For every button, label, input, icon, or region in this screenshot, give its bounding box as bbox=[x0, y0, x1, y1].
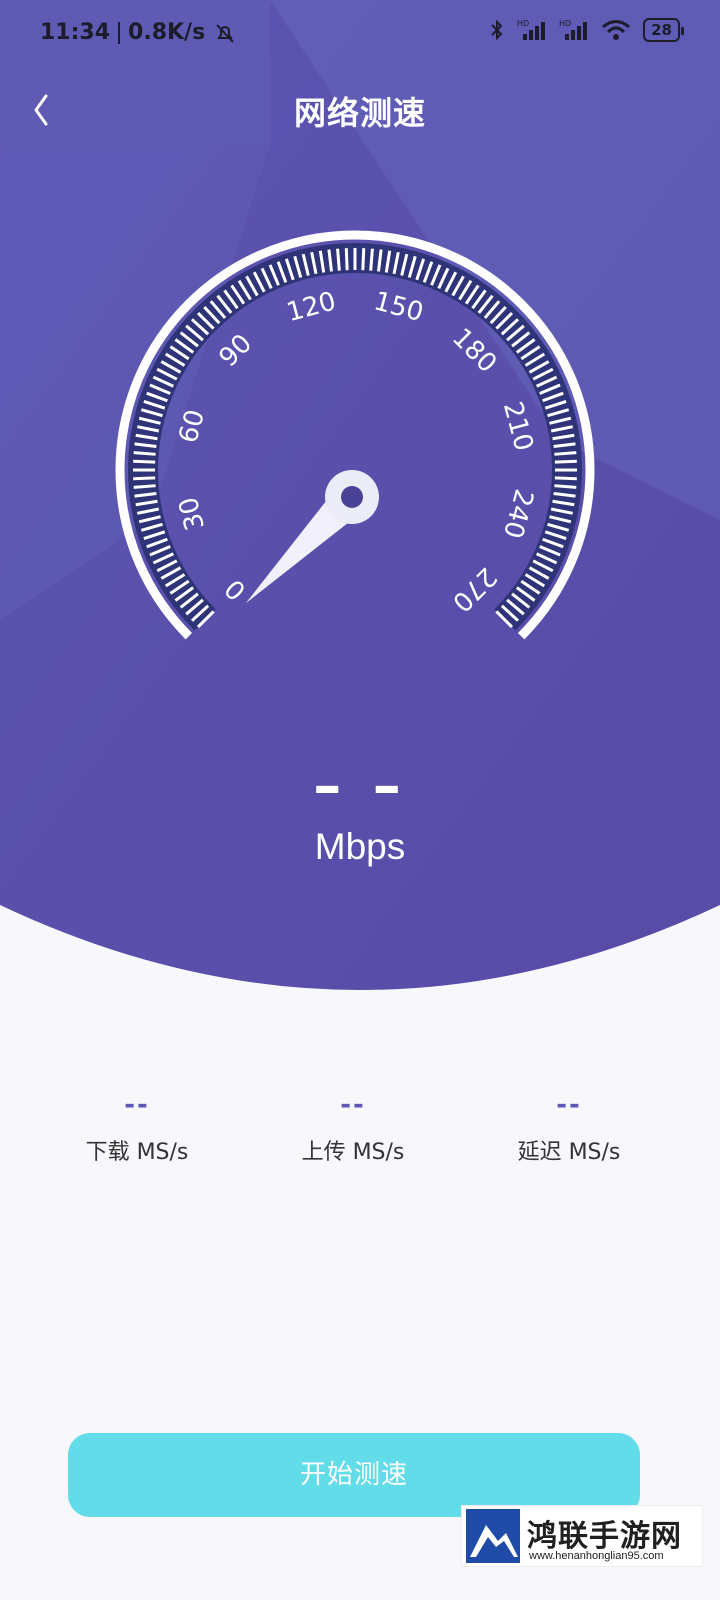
stat-upload: -- 上传 MS/s bbox=[233, 1090, 473, 1166]
stat-download: -- 下载 MS/s bbox=[17, 1090, 257, 1166]
gauge-tick-label: 0 bbox=[219, 573, 252, 606]
stat-upload-value: -- bbox=[340, 1090, 366, 1120]
gauge-track bbox=[128, 243, 582, 631]
speed-value: – – bbox=[313, 754, 407, 819]
gauge-tick bbox=[344, 248, 349, 271]
gauge-tick bbox=[133, 459, 156, 464]
gauge-tick-label: 150 bbox=[371, 286, 427, 328]
gauge-tick-label: 180 bbox=[446, 323, 502, 379]
stat-latency: -- 延迟 MS/s bbox=[449, 1090, 689, 1166]
gauge-tick bbox=[554, 451, 577, 456]
watermark-url: www.henanhonglian95.com bbox=[529, 1550, 664, 1562]
gauge-tick-label: 210 bbox=[497, 399, 539, 455]
stat-download-label: 下载 MS/s bbox=[85, 1140, 189, 1165]
gauge-tick bbox=[361, 248, 366, 271]
gauge-tick-label: 30 bbox=[173, 494, 211, 534]
gauge-tick bbox=[133, 484, 156, 489]
watermark-logo-icon bbox=[466, 1509, 520, 1563]
watermark: 鸿联手游网 www.henanhonglian95.com bbox=[461, 1505, 703, 1567]
gauge-tick-label: 120 bbox=[284, 286, 340, 328]
gauge-tick bbox=[554, 484, 577, 489]
stat-latency-label: 延迟 MS/s bbox=[517, 1140, 621, 1165]
gauge-tick bbox=[133, 451, 156, 456]
gauge-needle bbox=[245, 470, 379, 604]
gauge-labels: 0 30 6090 120 150 180 210 240 270 bbox=[173, 286, 538, 617]
watermark-text: 鸿联手游网 bbox=[527, 1519, 682, 1554]
gauge-needle-hub-hole bbox=[341, 486, 363, 508]
stat-upload-label: 上传 MS/s bbox=[301, 1140, 405, 1165]
stats-row: -- 下载 MS/s -- 上传 MS/s -- 延迟 MS/s bbox=[0, 1090, 720, 1190]
speed-gauge: 0 30 6090 120 150 180 210 240 270 bbox=[115, 230, 595, 640]
speed-unit: Mbps bbox=[314, 826, 406, 867]
gauge-tick bbox=[133, 476, 156, 481]
stat-latency-value: -- bbox=[556, 1090, 582, 1120]
gauge-tick-label: 270 bbox=[446, 561, 502, 617]
gauge-tick bbox=[369, 248, 374, 271]
gauge-tick bbox=[336, 248, 341, 271]
stat-download-value: -- bbox=[124, 1090, 150, 1120]
gauge-tick bbox=[554, 476, 577, 481]
gauge-tick bbox=[554, 459, 577, 464]
gauge-tick-label: 90 bbox=[214, 329, 259, 374]
gauge-tick-label: 60 bbox=[173, 407, 211, 447]
gauge-tick-label: 240 bbox=[497, 486, 539, 542]
